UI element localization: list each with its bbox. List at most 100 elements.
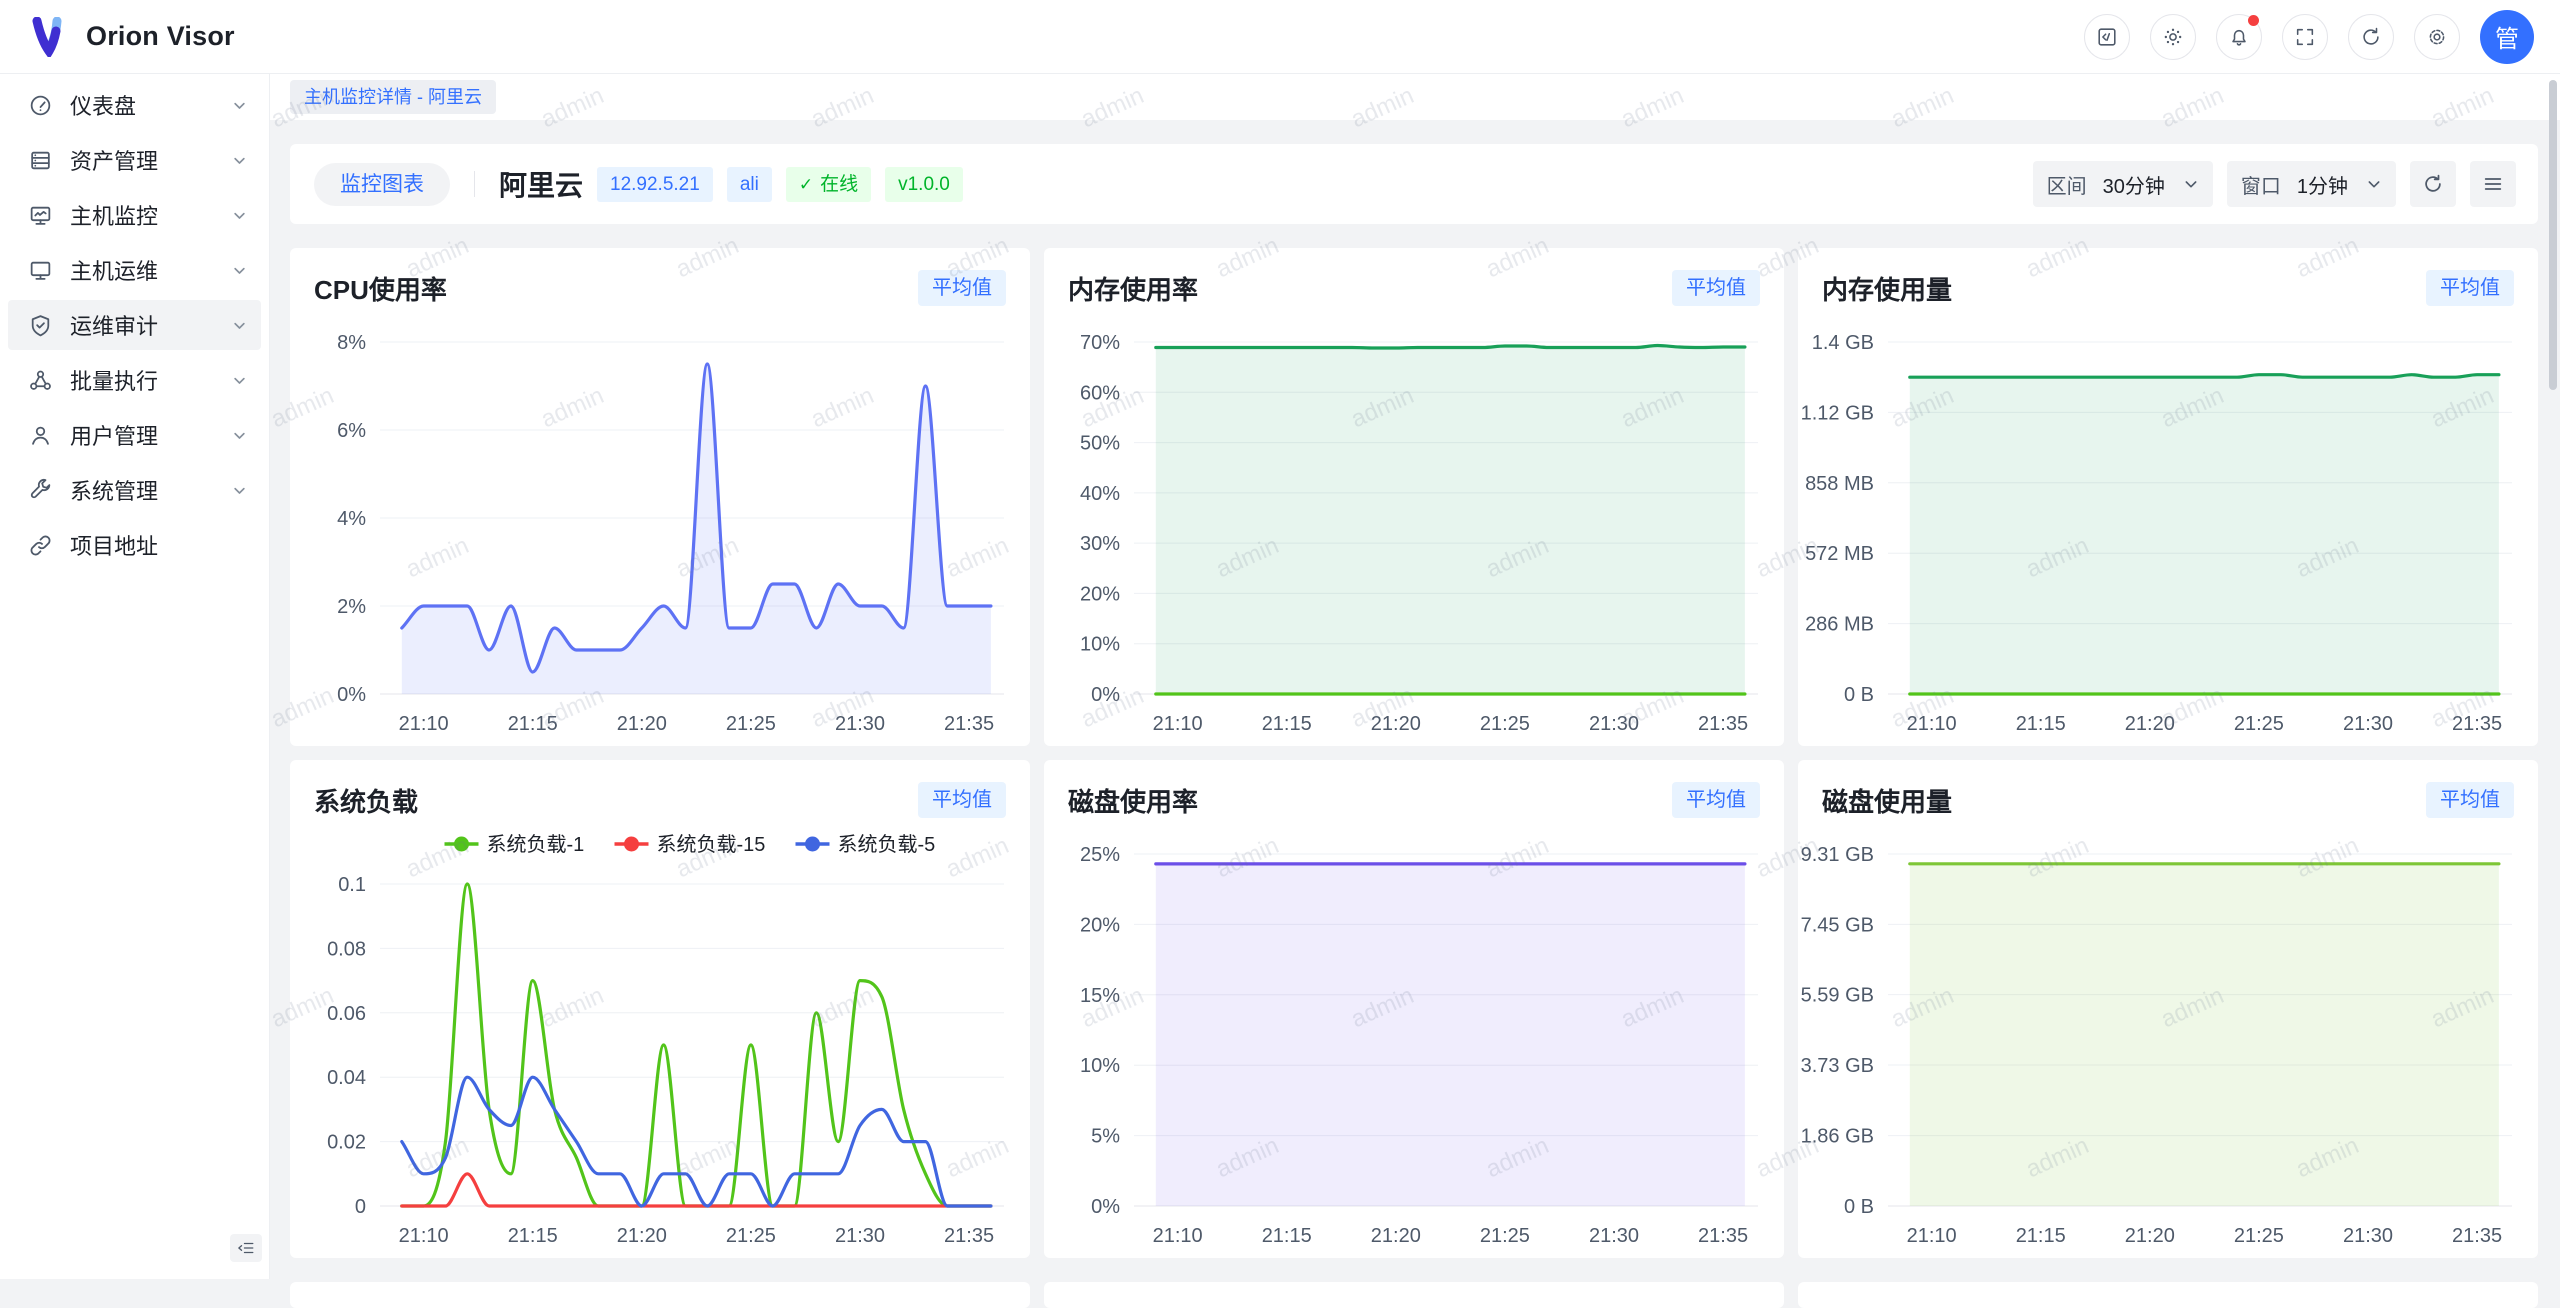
- sidebar-item-label: 批量执行: [70, 364, 158, 396]
- svg-text:系统负载-1: 系统负载-1: [487, 833, 585, 856]
- svg-text:21:15: 21:15: [1262, 1225, 1312, 1247]
- window-select-value: 1分钟: [2297, 170, 2348, 199]
- svg-text:21:30: 21:30: [2343, 1225, 2393, 1247]
- svg-text:21:15: 21:15: [2016, 1225, 2066, 1247]
- svg-text:0.06: 0.06: [327, 1003, 366, 1025]
- chart-layout-menu-button[interactable]: [2470, 161, 2516, 207]
- breadcrumb-bar: 主机监控详情 - 阿里云: [270, 74, 2560, 120]
- svg-text:20%: 20%: [1080, 914, 1120, 936]
- settings-button[interactable]: [2414, 14, 2460, 60]
- gear-icon: [2426, 26, 2448, 48]
- chart-card-mem-usage-amount: 内存使用量平均值0 B286 MB572 MB858 MB1.12 GB1.4 …: [1798, 248, 2538, 746]
- avg-badge[interactable]: 平均值: [1672, 270, 1760, 306]
- chevron-down-icon: [232, 98, 247, 113]
- sidebar-item-host-monitor[interactable]: 主机监控: [8, 190, 261, 240]
- chevron-down-icon: [232, 208, 247, 223]
- sidebar-item-project-link[interactable]: 项目地址: [8, 520, 261, 570]
- avg-badge[interactable]: 平均值: [2426, 270, 2514, 306]
- svg-text:21:30: 21:30: [835, 1225, 885, 1247]
- svg-text:21:10: 21:10: [399, 1225, 449, 1247]
- svg-text:21:35: 21:35: [944, 713, 994, 735]
- sidebar-item-user-mgmt[interactable]: 用户管理: [8, 410, 261, 460]
- chart-title-disk-usage-rate: 磁盘使用率: [1068, 782, 1198, 819]
- svg-text:21:35: 21:35: [944, 1225, 994, 1247]
- sidebar-collapse-button[interactable]: [230, 1234, 262, 1262]
- range-select[interactable]: 区间 30分钟: [2033, 161, 2213, 207]
- refresh-button[interactable]: [2348, 14, 2394, 60]
- svg-text:0: 0: [355, 1196, 366, 1218]
- range-select-label: 区间: [2047, 170, 2087, 199]
- code-button[interactable]: [2084, 14, 2130, 60]
- svg-text:0.08: 0.08: [327, 938, 366, 960]
- chevron-down-icon: [2366, 176, 2382, 192]
- svg-text:21:15: 21:15: [1262, 713, 1312, 735]
- svg-text:4%: 4%: [337, 508, 366, 530]
- shield-check-icon: [28, 313, 53, 338]
- chevron-down-icon: [232, 263, 247, 278]
- theme-button[interactable]: [2150, 14, 2196, 60]
- svg-text:5.59 GB: 5.59 GB: [1801, 985, 1874, 1007]
- host-tag-0: 12.92.5.21: [597, 167, 713, 202]
- host-tag-1: ali: [727, 167, 772, 202]
- sidebar-item-label: 用户管理: [70, 419, 158, 451]
- chevron-down-icon: [232, 153, 247, 168]
- app-title: Orion Visor: [86, 21, 235, 52]
- svg-text:21:25: 21:25: [726, 713, 776, 735]
- refresh-charts-button[interactable]: [2410, 161, 2456, 207]
- fullscreen-icon: [2294, 26, 2316, 48]
- fullscreen-button[interactable]: [2282, 14, 2328, 60]
- svg-text:21:20: 21:20: [2125, 713, 2175, 735]
- svg-text:系统负载-15: 系统负载-15: [657, 833, 766, 856]
- svg-text:21:20: 21:20: [2125, 1225, 2175, 1247]
- sidebar-item-label: 项目地址: [70, 529, 158, 561]
- sidebar-item-system-mgmt[interactable]: 系统管理: [8, 465, 261, 515]
- page-scrollbar-thumb[interactable]: [2549, 80, 2557, 390]
- svg-text:10%: 10%: [1080, 634, 1120, 656]
- sidebar: 仪表盘资产管理主机监控主机运维运维审计批量执行用户管理系统管理项目地址: [0, 74, 270, 1279]
- cluster-icon: [28, 368, 53, 393]
- chevron-down-icon: [232, 373, 247, 388]
- gauge-icon: [28, 93, 53, 118]
- svg-text:15%: 15%: [1080, 985, 1120, 1007]
- code-icon: [2096, 26, 2118, 48]
- chevron-down-icon: [232, 318, 247, 333]
- avg-badge[interactable]: 平均值: [2426, 782, 2514, 818]
- svg-text:21:30: 21:30: [2343, 713, 2393, 735]
- svg-text:21:25: 21:25: [1480, 1225, 1530, 1247]
- sidebar-item-label: 主机监控: [70, 199, 158, 231]
- sidebar-item-host-ops[interactable]: 主机运维: [8, 245, 261, 295]
- user-icon: [28, 423, 53, 448]
- sidebar-item-batch-exec[interactable]: 批量执行: [8, 355, 261, 405]
- svg-text:21:30: 21:30: [1589, 1225, 1639, 1247]
- avg-badge[interactable]: 平均值: [1672, 782, 1760, 818]
- avg-badge[interactable]: 平均值: [918, 782, 1006, 818]
- svg-text:21:25: 21:25: [1480, 713, 1530, 735]
- svg-text:21:15: 21:15: [2016, 713, 2066, 735]
- svg-text:21:35: 21:35: [2452, 713, 2502, 735]
- sidebar-item-label: 系统管理: [70, 474, 158, 506]
- sidebar-item-dashboard[interactable]: 仪表盘: [8, 80, 261, 130]
- collapse-sidebar-icon: [237, 1239, 255, 1257]
- chart-card-system-load: 系统负载平均值00.020.040.060.080.121:1021:1521:…: [290, 760, 1030, 1258]
- refresh-icon: [2360, 26, 2382, 48]
- svg-text:9.31 GB: 9.31 GB: [1801, 844, 1874, 866]
- svg-text:21:25: 21:25: [2234, 713, 2284, 735]
- chart-card-peek: [1798, 1282, 2538, 1308]
- link-icon: [28, 533, 53, 558]
- tab-monitor-charts[interactable]: 监控图表: [314, 163, 450, 206]
- breadcrumb[interactable]: 主机监控详情 - 阿里云: [290, 80, 496, 114]
- brand[interactable]: Orion Visor: [30, 17, 235, 57]
- notifications-button[interactable]: [2216, 14, 2262, 60]
- chevron-down-icon: [232, 483, 247, 498]
- svg-text:2%: 2%: [337, 596, 366, 618]
- window-select[interactable]: 窗口 1分钟: [2227, 161, 2396, 207]
- avg-badge[interactable]: 平均值: [918, 270, 1006, 306]
- svg-text:21:10: 21:10: [1907, 713, 1957, 735]
- app-header: Orion Visor 管: [0, 0, 2560, 74]
- sidebar-item-assets[interactable]: 资产管理: [8, 135, 261, 185]
- svg-text:0 B: 0 B: [1844, 684, 1874, 706]
- sidebar-item-label: 主机运维: [70, 254, 158, 286]
- wrench-icon: [28, 478, 53, 503]
- sidebar-item-ops-audit[interactable]: 运维审计: [8, 300, 261, 350]
- user-avatar[interactable]: 管: [2480, 10, 2534, 64]
